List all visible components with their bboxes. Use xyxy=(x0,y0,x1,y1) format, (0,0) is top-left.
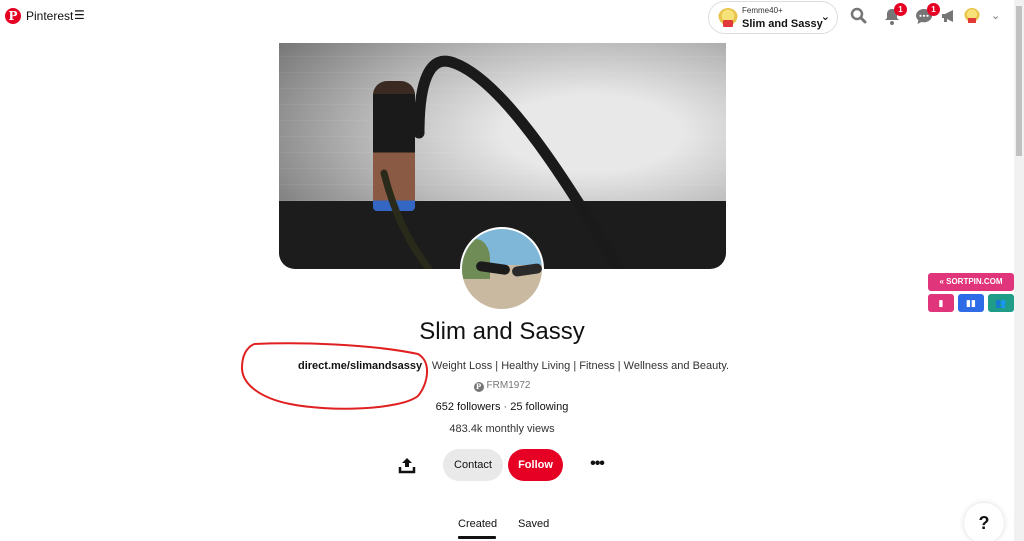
chevron-down-icon: ⌄ xyxy=(820,11,830,23)
avatar-cliff xyxy=(462,239,490,279)
account-switcher[interactable]: Femme40+ Slim and Sassy ⌄ xyxy=(708,1,838,34)
follow-stats: 652 followers · 25 following xyxy=(0,401,1004,413)
red-annotation-circle xyxy=(240,342,428,410)
profile-bio-text: · Weight Loss | Healthy Living | Fitness… xyxy=(422,360,730,372)
tab-created[interactable]: Created xyxy=(458,518,497,530)
profile-avatar[interactable] xyxy=(460,227,544,311)
following-count[interactable]: 25 following xyxy=(510,401,568,413)
brand-name[interactable]: Pinterest xyxy=(26,9,73,23)
contact-button[interactable]: Contact xyxy=(443,449,503,481)
users-icon[interactable]: 👥 xyxy=(988,294,1014,312)
hamburger-menu-icon[interactable]: ☰ xyxy=(74,8,85,22)
page-scrollbar[interactable] xyxy=(1014,0,1024,541)
bookmark-icon[interactable]: ▮ xyxy=(928,294,954,312)
follow-button[interactable]: Follow xyxy=(508,449,563,481)
account-switcher-label: Femme40+ xyxy=(742,6,783,15)
search-icon[interactable] xyxy=(849,6,869,26)
profile-handle: P FRM1972 xyxy=(0,380,1004,392)
stats-separator: · xyxy=(500,401,511,413)
pinterest-small-icon: P xyxy=(473,382,484,392)
more-options-icon[interactable]: ••• xyxy=(586,455,608,475)
megaphone-icon[interactable] xyxy=(939,6,959,26)
account-switcher-name: Slim and Sassy xyxy=(742,18,823,30)
accounts-chevron-down-icon[interactable]: ⌄ xyxy=(991,9,1000,22)
scrollbar-thumb[interactable] xyxy=(1016,6,1022,156)
tab-saved[interactable]: Saved xyxy=(518,518,549,530)
sortpin-button[interactable]: « SORTPIN.COM xyxy=(928,273,1014,291)
active-tab-indicator xyxy=(458,536,496,539)
pinterest-logo-icon[interactable]: P xyxy=(5,8,21,24)
account-avatar xyxy=(718,8,738,28)
notifications-badge: 1 xyxy=(894,3,907,16)
profile-name: Slim and Sassy xyxy=(419,318,585,345)
avatar-person-2 xyxy=(511,262,542,278)
help-button[interactable]: ? xyxy=(964,503,1004,541)
followers-count[interactable]: 652 followers xyxy=(436,401,501,413)
share-icon[interactable] xyxy=(397,455,417,475)
top-nav: P Pinterest ☰ Femme40+ Slim and Sassy ⌄ … xyxy=(0,0,1010,36)
monthly-views: 483.4k monthly views xyxy=(449,423,555,435)
columns-icon[interactable]: ▮▮ xyxy=(958,294,984,312)
profile-handle-text: FRM1972 xyxy=(486,380,531,391)
user-avatar[interactable] xyxy=(964,8,980,24)
